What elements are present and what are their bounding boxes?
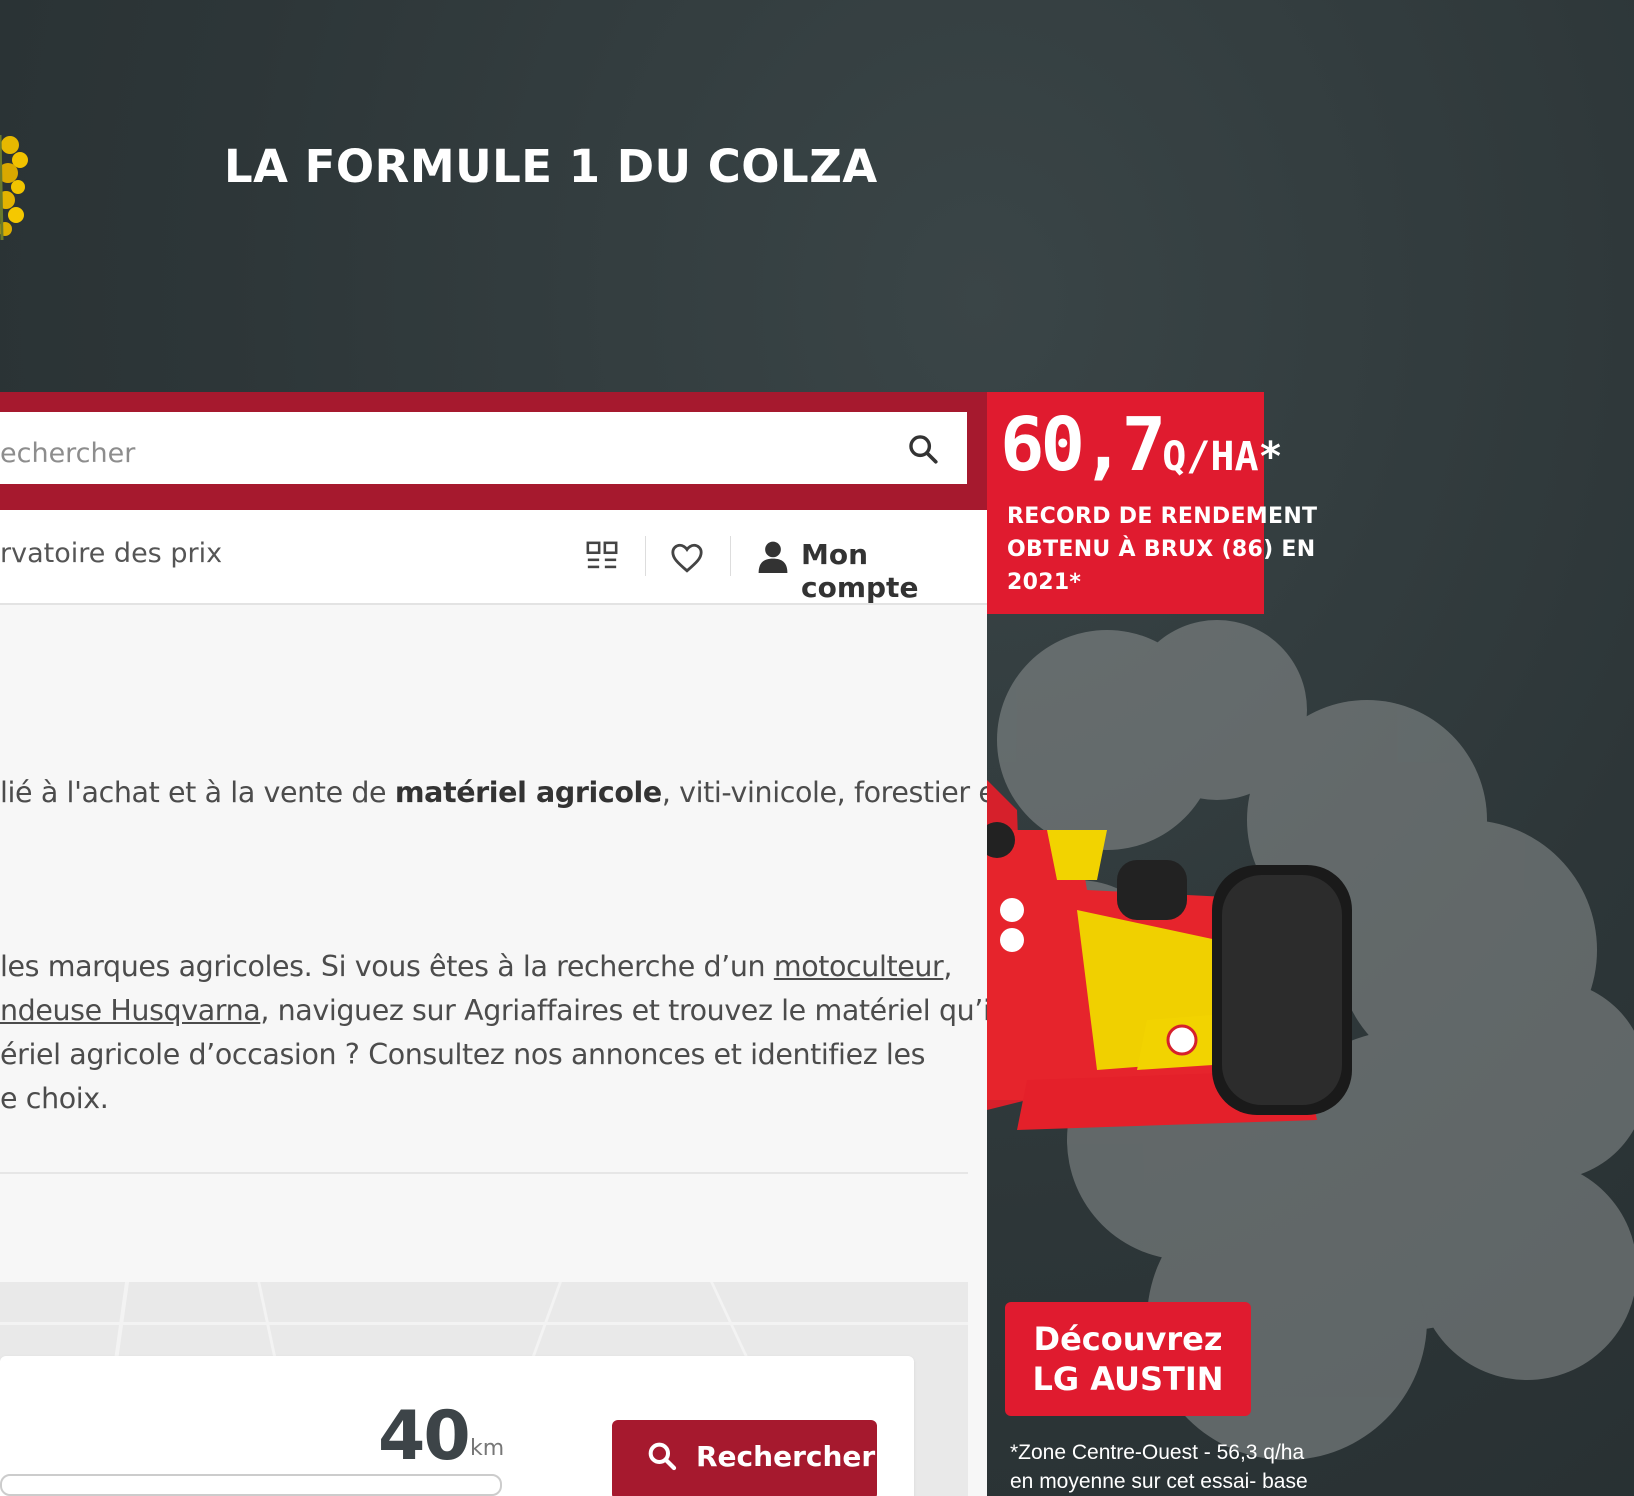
ad-footnote: *Zone Centre-Ouest - 56,3 q/ha (1010, 1441, 1305, 1464)
nav-link-price-observatory[interactable]: rvatoire des prix (0, 538, 222, 569)
colza-flower-image (0, 134, 28, 241)
search-bar: echercher (0, 392, 987, 510)
intro-bold-text: matériel agricole (394, 776, 662, 809)
discover-lg-austin-button[interactable]: Découvrez LG AUSTIN (1005, 1302, 1251, 1416)
race-car-image (987, 780, 1352, 1130)
radius-slider[interactable] (0, 1474, 502, 1496)
user-icon[interactable] (757, 539, 789, 573)
ad-text-line: OBTENU À BRUX (86) EN (1007, 537, 1316, 562)
search-button[interactable]: Rechercher (612, 1420, 877, 1496)
search-button-label: Rechercher (696, 1440, 876, 1473)
search-placeholder: echercher (0, 438, 136, 469)
top-nav: rvatoire des prix Mon compte (0, 510, 987, 605)
intro-paragraph-line: lié à l'achat et à la vente de matériel … (0, 776, 987, 809)
radius-unit: km (470, 1436, 505, 1461)
intro-text: , viti-vinicole, forestier et (661, 776, 987, 809)
ad-yield-value: 60,7 (1000, 402, 1166, 488)
ad-text-line: 2021* (1007, 570, 1082, 595)
search-input[interactable] (0, 412, 967, 484)
intro-text: lié à l'achat et à la vente de (0, 776, 395, 809)
description-text: les marques agricoles. Si vous êtes à la… (0, 950, 774, 983)
nav-divider (645, 536, 646, 576)
ad-yield-unit: Q/HA* (1162, 434, 1283, 480)
site-panel: echercher rvatoire des prix Mon compte l… (0, 392, 987, 1496)
ad-text-line: RECORD DE RENDEMENT (1007, 504, 1318, 529)
description-text: , naviguez sur Agriaffaires et trouvez l… (260, 994, 987, 1027)
description-paragraph-line: e choix. (0, 1082, 109, 1115)
discover-button-line: LG AUSTIN (1032, 1360, 1224, 1398)
banner-title: LA FORMULE 1 DU COLZA (224, 140, 878, 193)
discover-button-line: Découvrez (1033, 1320, 1223, 1358)
motoculteur-link[interactable]: motoculteur (774, 950, 944, 983)
description-paragraph-line: ndeuse Husqvarna, naviguez sur Agriaffai… (0, 994, 987, 1027)
husqvarna-link[interactable]: ndeuse Husqvarna (0, 994, 261, 1027)
nav-divider (730, 536, 731, 576)
section-divider (0, 1172, 968, 1174)
description-text: , (943, 950, 953, 983)
search-icon (648, 1442, 677, 1471)
radius-value: 40 (378, 1397, 471, 1476)
heart-icon[interactable] (670, 542, 704, 574)
grid-icon[interactable] (585, 540, 619, 574)
my-account-link[interactable]: Mon compte (801, 538, 987, 604)
ad-headline: 60,7Q/HA* (1000, 402, 1283, 488)
search-icon[interactable] (906, 432, 940, 466)
description-paragraph-line: les marques agricoles. Si vous êtes à la… (0, 950, 952, 983)
ad-record-box: 60,7Q/HA* RECORD DE RENDEMENT OBTENU À B… (987, 392, 1317, 614)
ad-footnote: en moyenne sur cet essai- base (1010, 1470, 1308, 1493)
description-paragraph-line: ériel agricole d’occasion ? Consultez no… (0, 1038, 926, 1071)
